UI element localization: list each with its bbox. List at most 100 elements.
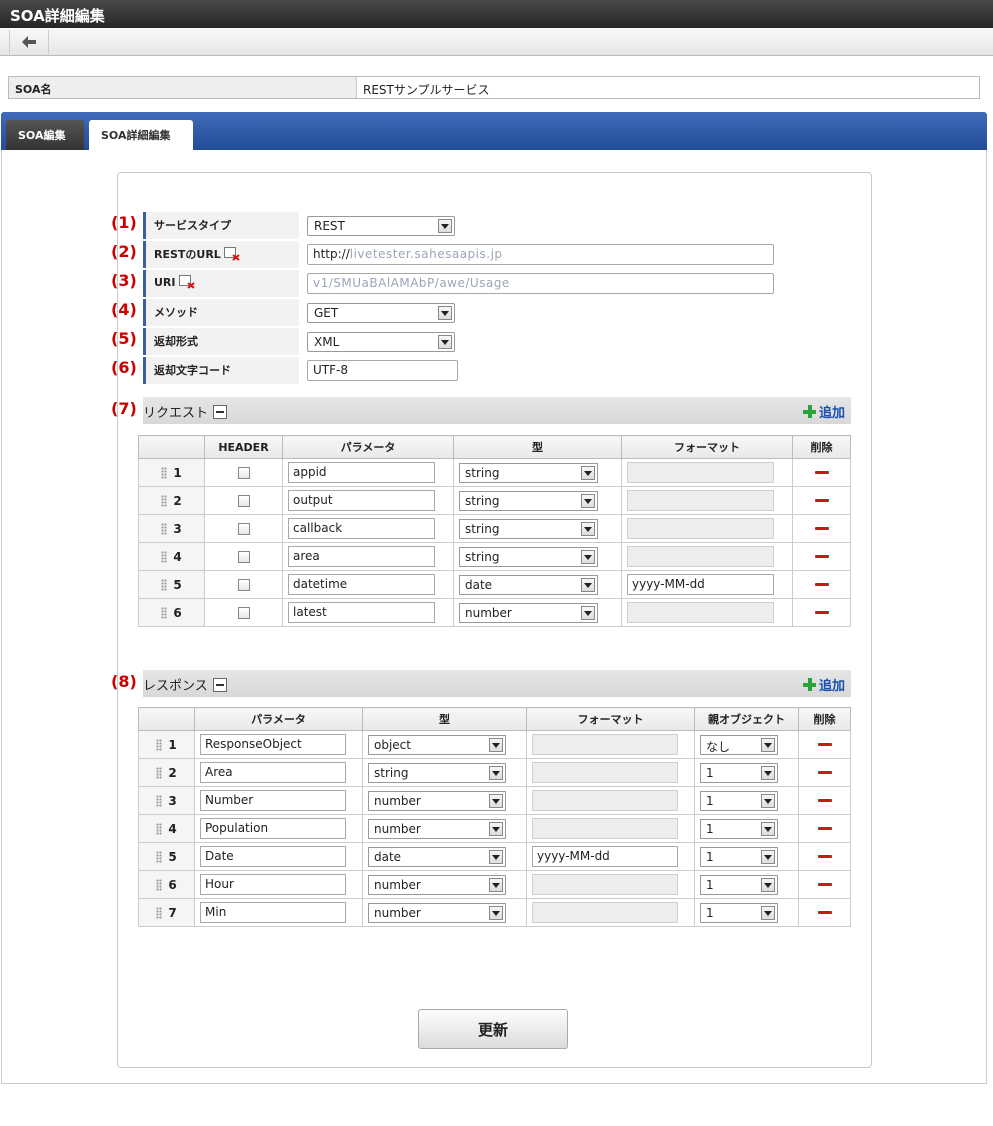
type-select[interactable]: number <box>459 603 598 623</box>
drag-handle[interactable]: 5 <box>139 571 204 598</box>
return-format-select[interactable]: XML <box>307 332 455 352</box>
param-input[interactable]: callback <box>288 518 435 539</box>
method-select[interactable]: GET <box>307 303 455 323</box>
uri-input[interactable]: v1/SMUaBAlAMAbP/awe/Usage <box>307 273 774 294</box>
header-checkbox[interactable] <box>237 466 250 479</box>
drag-handle[interactable]: 4 <box>139 815 194 842</box>
parent-select[interactable]: 1 <box>700 875 778 895</box>
param-input[interactable]: latest <box>288 602 435 623</box>
type-select[interactable]: object <box>368 735 506 755</box>
type-select[interactable]: string <box>459 519 598 539</box>
update-button[interactable]: 更新 <box>418 1009 568 1049</box>
type-select[interactable]: number <box>368 875 506 895</box>
param-input[interactable]: Date <box>200 846 346 867</box>
param-input[interactable]: Population <box>200 818 346 839</box>
response-header-delete: 削除 <box>798 707 851 731</box>
format-input <box>532 874 678 895</box>
tab-soa-detail-edit[interactable]: SOA詳細編集 <box>89 120 193 150</box>
delete-icon[interactable] <box>814 527 829 530</box>
chevron-down-icon <box>489 906 503 920</box>
service-type-label: サービスタイプ <box>154 219 231 232</box>
param-input[interactable]: Hour <box>200 874 346 895</box>
delete-icon[interactable] <box>814 583 829 586</box>
delete-icon[interactable] <box>817 883 832 886</box>
type-select[interactable]: number <box>368 791 506 811</box>
delete-icon[interactable] <box>814 499 829 502</box>
table-row: 5 Date date yyyy-MM-dd 1 <box>138 842 851 871</box>
collapse-icon[interactable] <box>213 404 228 419</box>
drag-handle[interactable]: 6 <box>139 599 204 626</box>
drag-handle[interactable]: 4 <box>139 543 204 570</box>
param-input[interactable]: ResponseObject <box>200 734 346 755</box>
format-input[interactable]: yyyy-MM-dd <box>627 574 774 595</box>
param-input[interactable]: Area <box>200 762 346 783</box>
collapse-icon[interactable] <box>212 677 227 692</box>
param-input[interactable]: datetime <box>288 574 435 595</box>
delete-icon[interactable] <box>814 555 829 558</box>
request-header-param: パラメータ <box>282 435 454 459</box>
drag-handle[interactable]: 1 <box>139 731 194 758</box>
parent-select[interactable]: 1 <box>700 903 778 923</box>
request-add-button[interactable]: 追加 <box>802 402 845 421</box>
delete-icon[interactable] <box>814 611 829 614</box>
delete-icon[interactable] <box>817 855 832 858</box>
type-select[interactable]: date <box>459 575 598 595</box>
tab-soa-edit[interactable]: SOA編集 <box>6 120 84 150</box>
drag-handle[interactable]: 3 <box>139 787 194 814</box>
type-select[interactable]: number <box>368 903 506 923</box>
delete-icon[interactable] <box>817 771 832 774</box>
delete-icon[interactable] <box>817 799 832 802</box>
delete-icon[interactable] <box>814 471 829 474</box>
type-select[interactable]: number <box>368 819 506 839</box>
rest-url-input[interactable]: http://livetester.sahesaapis.jp <box>307 244 774 265</box>
type-select[interactable]: string <box>459 547 598 567</box>
drag-handle[interactable]: 5 <box>139 843 194 870</box>
return-format-row: 返却形式 XML <box>143 328 848 355</box>
parent-select[interactable]: なし <box>700 735 778 755</box>
type-select[interactable]: date <box>368 847 506 867</box>
grip-icon <box>161 466 168 479</box>
chevron-down-icon <box>489 878 503 892</box>
type-select[interactable]: string <box>459 463 598 483</box>
param-input[interactable]: appid <box>288 462 435 483</box>
format-input[interactable]: yyyy-MM-dd <box>532 846 678 867</box>
grip-icon <box>161 606 168 619</box>
param-input[interactable]: Min <box>200 902 346 923</box>
back-button[interactable] <box>9 30 49 54</box>
header-checkbox[interactable] <box>237 606 250 619</box>
param-input[interactable]: output <box>288 490 435 511</box>
chevron-down-icon <box>761 878 775 892</box>
parent-select[interactable]: 1 <box>700 847 778 867</box>
drag-handle[interactable]: 2 <box>139 487 204 514</box>
parent-select[interactable]: 1 <box>700 791 778 811</box>
format-input <box>627 602 774 623</box>
param-input[interactable]: Number <box>200 790 346 811</box>
header-checkbox[interactable] <box>237 522 250 535</box>
grip-icon <box>156 738 163 751</box>
type-select[interactable]: string <box>368 763 506 783</box>
parent-select[interactable]: 1 <box>700 763 778 783</box>
header-checkbox[interactable] <box>237 494 250 507</box>
delete-icon[interactable] <box>817 743 832 746</box>
service-type-select[interactable]: REST <box>307 216 455 236</box>
parent-select[interactable]: 1 <box>700 819 778 839</box>
response-add-button[interactable]: 追加 <box>802 675 845 694</box>
drag-handle[interactable]: 2 <box>139 759 194 786</box>
type-select[interactable]: string <box>459 491 598 511</box>
param-input[interactable]: area <box>288 546 435 567</box>
uri-row: URI v1/SMUaBAlAMAbP/awe/Usage <box>143 270 848 297</box>
return-charset-input[interactable]: UTF-8 <box>307 360 458 381</box>
header-checkbox[interactable] <box>237 550 250 563</box>
format-input <box>532 734 678 755</box>
toolbar <box>0 28 993 56</box>
drag-handle[interactable]: 3 <box>139 515 204 542</box>
response-section-title: レスポンス <box>143 675 227 694</box>
drag-handle[interactable]: 6 <box>139 871 194 898</box>
delete-icon[interactable] <box>817 911 832 914</box>
drag-handle[interactable]: 7 <box>139 899 194 926</box>
delete-icon[interactable] <box>817 827 832 830</box>
drag-handle[interactable]: 1 <box>139 459 204 486</box>
header-checkbox[interactable] <box>237 578 250 591</box>
return-charset-row: 返却文字コード UTF-8 <box>143 357 848 384</box>
chevron-down-icon <box>581 522 595 536</box>
